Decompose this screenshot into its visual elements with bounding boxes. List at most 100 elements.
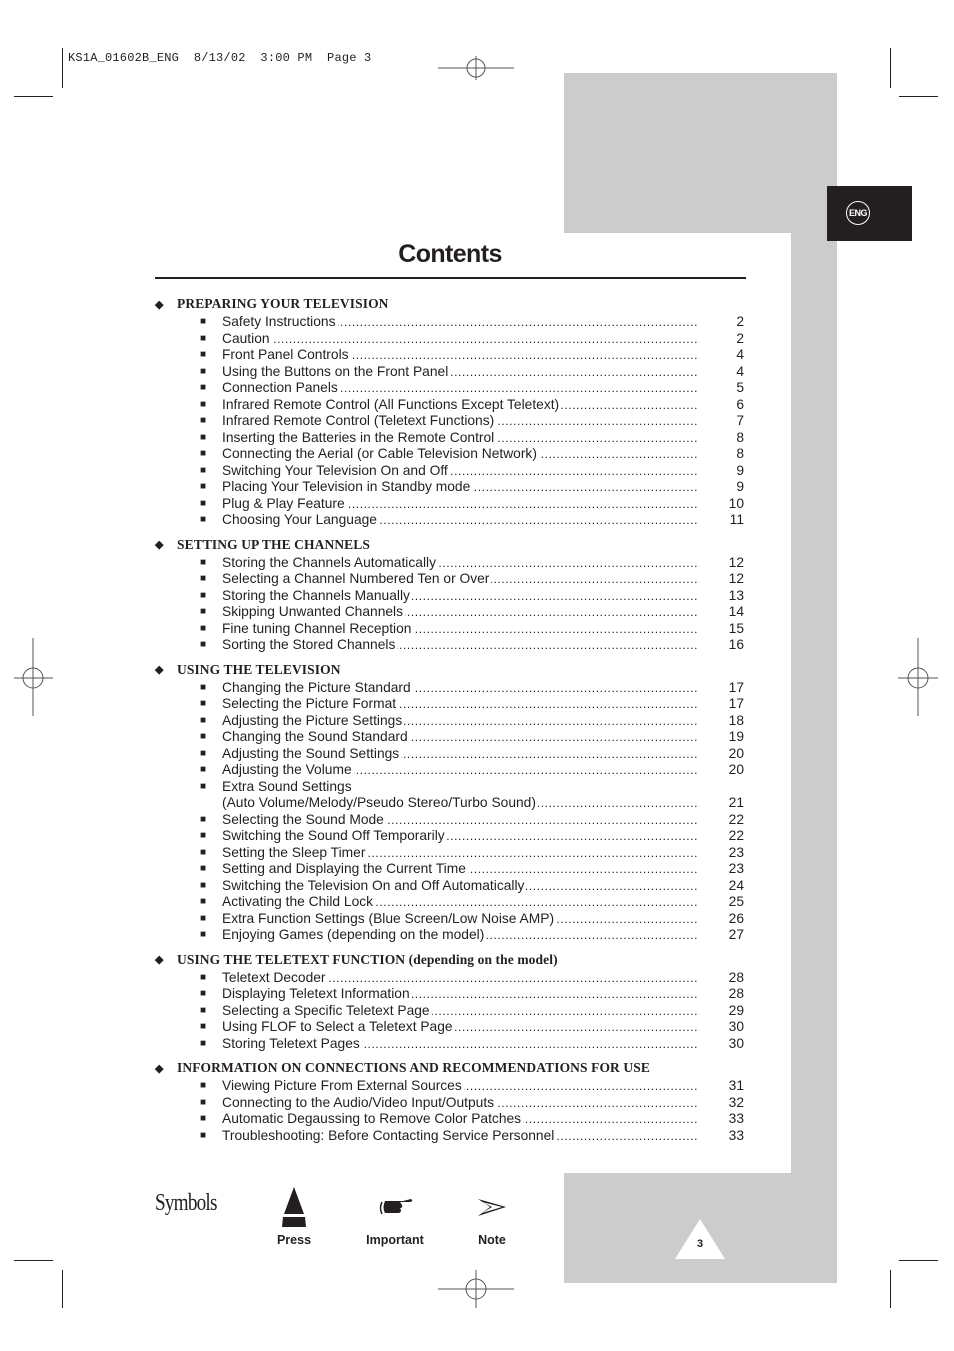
toc-entry[interactable]: ■ Activating the Child Lock 25 bbox=[155, 894, 755, 911]
toc-entry[interactable]: ■ Safety Instructions 2 bbox=[155, 314, 755, 331]
toc-entry-label: Storing the Channels Automatically bbox=[222, 554, 438, 570]
toc-entry[interactable]: ■ Infrared Remote Control (All Functions … bbox=[155, 396, 755, 414]
toc-entry-label: Connection Panels bbox=[222, 380, 340, 395]
toc-entry[interactable]: ■ Selecting a Channel Numbered Ten or Ove… bbox=[155, 571, 755, 588]
toc-entry[interactable]: ■ Adjusting the Sound Settings 20 bbox=[155, 745, 755, 763]
toc-entry-label: Changing the Sound Standard bbox=[222, 729, 410, 744]
symbol-note: Note bbox=[442, 1186, 542, 1247]
crop-mark bbox=[14, 96, 53, 97]
square-bullet-icon: ■ bbox=[200, 1096, 207, 1108]
toc-entry[interactable]: ■ Extra Sound Settings (Auto Volume/Melody… bbox=[155, 779, 755, 812]
toc-entry[interactable]: ■ Front Panel Controls 4 bbox=[155, 347, 755, 364]
toc-entry[interactable]: ■ Enjoying Games (depending on the model)… bbox=[155, 927, 755, 944]
toc-entry[interactable]: ■ Sorting the Stored Channels 16 bbox=[155, 637, 755, 654]
square-bullet-icon: ■ bbox=[200, 1080, 207, 1091]
square-bullet-icon: ■ bbox=[200, 912, 207, 924]
toc-entry[interactable]: ■ Adjusting the Picture Settings 18 bbox=[155, 712, 755, 730]
table-of-contents: ◆ PREPARING YOUR TELEVISION ■ Safety Instru… bbox=[155, 295, 755, 1151]
square-bullet-icon: ■ bbox=[200, 481, 207, 492]
crop-mark bbox=[899, 96, 938, 97]
square-bullet-icon: ■ bbox=[200, 681, 207, 693]
toc-entry-label: Switching the Television On and Off Auto… bbox=[222, 877, 527, 893]
toc-entry[interactable]: ■ Placing Your Television in Standby mode… bbox=[155, 479, 755, 496]
diamond-bullet-icon: ◆ bbox=[155, 298, 164, 311]
toc-entry-page: 26 bbox=[728, 910, 744, 926]
symbol-label: Press bbox=[276, 1233, 312, 1247]
toc-entry[interactable]: ■ Setting and Displaying the Current Time… bbox=[155, 861, 755, 878]
toc-entry-label: Plug & Play Feature bbox=[222, 495, 347, 511]
toc-entry[interactable]: ■ Inserting the Batteries in the Remote C… bbox=[155, 429, 755, 447]
toc-entry[interactable]: ■ Fine tuning Channel Reception 15 bbox=[155, 620, 755, 638]
square-bullet-icon: ■ bbox=[200, 830, 207, 841]
toc-entry[interactable]: ■ Teletext Decoder 28 bbox=[155, 969, 755, 987]
toc-entry[interactable]: ■ Switching Your Television On and Off 9 bbox=[155, 462, 755, 480]
toc-entry-leader: Adjusting the Volume bbox=[222, 762, 698, 779]
toc-entry-page: 20 bbox=[728, 745, 744, 761]
toc-entry-label: Automatic Degaussing to Remove Color Pat… bbox=[222, 1111, 524, 1126]
toc-entry[interactable]: ■ Skipping Unwanted Channels 14 bbox=[155, 604, 755, 621]
toc-entry-page: 9 bbox=[736, 479, 744, 494]
toc-entry[interactable]: ■ Connection Panels 5 bbox=[155, 380, 755, 397]
toc-entry-leader: Safety Instructions bbox=[222, 314, 698, 331]
toc-entry-page: 32 bbox=[728, 1094, 744, 1110]
toc-entry[interactable]: ■ Storing the Channels Automatically 12 bbox=[155, 554, 755, 572]
section-heading: ◆ USING THE TELEVISION bbox=[155, 661, 755, 679]
toc-entry[interactable]: ■ Switching the Television On and Off Aut… bbox=[155, 877, 755, 895]
toc-entry[interactable]: ■ Storing Teletext Pages 30 bbox=[155, 1035, 755, 1053]
toc-entry-leader: Using FLOF to Select a Teletext Page bbox=[222, 1019, 698, 1036]
toc-entry[interactable]: ■ Selecting a Specific Teletext Page 29 bbox=[155, 1002, 755, 1020]
toc-entry[interactable]: ■ Infrared Remote Control (Teletext Funct… bbox=[155, 413, 755, 430]
square-bullet-icon: ■ bbox=[200, 639, 207, 650]
toc-entry-page: 13 bbox=[728, 587, 744, 603]
square-bullet-icon: ■ bbox=[200, 573, 207, 584]
toc-entry-leader: Front Panel Controls bbox=[222, 347, 698, 364]
toc-entry-leader: Enjoying Games (depending on the model) bbox=[222, 927, 698, 944]
toc-entry[interactable]: ■ Connecting the Aerial (or Cable Televis… bbox=[155, 446, 755, 463]
toc-entry-leader: Extra Function Settings (Blue Screen/Low… bbox=[222, 910, 698, 928]
toc-entry[interactable]: ■ Using the Buttons on the Front Panel 4 bbox=[155, 363, 755, 381]
toc-entry[interactable]: ■ Setting the Sleep Timer 23 bbox=[155, 844, 755, 862]
toc-entry[interactable]: ■ Adjusting the Volume 20 bbox=[155, 762, 755, 779]
square-bullet-icon: ■ bbox=[200, 332, 207, 344]
toc-entry[interactable]: ■ Troubleshooting: Before Contacting Serv… bbox=[155, 1127, 755, 1145]
toc-entry[interactable]: ■ Using FLOF to Select a Teletext Page 30 bbox=[155, 1019, 755, 1036]
toc-entry-label: Safety Instructions bbox=[222, 314, 338, 329]
section-heading: ◆ PREPARING YOUR TELEVISION bbox=[155, 295, 755, 313]
toc-entry[interactable]: ■ Selecting the Sound Mode 22 bbox=[155, 811, 755, 829]
toc-entry-page: 19 bbox=[728, 729, 744, 744]
toc-entry[interactable]: ■ Changing the Picture Standard 17 bbox=[155, 679, 755, 697]
toc-entry-page: 15 bbox=[728, 620, 744, 636]
toc-entry-leader: Plug & Play Feature bbox=[222, 495, 698, 513]
page-number: 3 bbox=[696, 1238, 704, 1250]
toc-entry-page: 30 bbox=[728, 1019, 744, 1034]
toc-entry[interactable]: ■ Switching the Sound Off Temporarily 22 bbox=[155, 828, 755, 845]
crop-mark bbox=[890, 1270, 891, 1308]
toc-entry[interactable]: ■ Choosing Your Language 11 bbox=[155, 512, 755, 529]
toc-entry[interactable]: ■ Extra Function Settings (Blue Screen/Lo… bbox=[155, 910, 755, 928]
toc-entry[interactable]: ■ Viewing Picture From External Sources 31 bbox=[155, 1078, 755, 1095]
toc-entry[interactable]: ■ Storing the Channels Manually 13 bbox=[155, 587, 755, 605]
toc-entry-page: 12 bbox=[728, 554, 744, 570]
toc-entry[interactable]: ■ Selecting the Picture Format 17 bbox=[155, 696, 755, 713]
toc-entry-label: Sorting the Stored Channels bbox=[222, 637, 398, 652]
toc-entry-leader: Selecting a Specific Teletext Page bbox=[222, 1002, 698, 1020]
crop-mark bbox=[14, 1260, 53, 1261]
toc-entry-leader: Infrared Remote Control (All Functions E… bbox=[222, 396, 698, 414]
symbols-title: Symbols bbox=[155, 1190, 217, 1216]
toc-entry-leader: Teletext Decoder bbox=[222, 969, 698, 987]
toc-entry[interactable]: ■ Automatic Degaussing to Remove Color Pa… bbox=[155, 1111, 755, 1128]
toc-entry-leader: Selecting a Channel Numbered Ten or Over bbox=[222, 571, 698, 588]
toc-entry[interactable]: ■ Caution 2 bbox=[155, 330, 755, 348]
toc-entry[interactable]: ■ Changing the Sound Standard 19 bbox=[155, 729, 755, 746]
note-arrow-icon bbox=[478, 1199, 506, 1216]
toc-entry[interactable]: ■ Connecting to the Audio/Video Input/Out… bbox=[155, 1094, 755, 1112]
toc-entry-page: 10 bbox=[728, 495, 744, 511]
toc-entry-leader: Switching the Television On and Off Auto… bbox=[222, 877, 698, 895]
section-heading-text: INFORMATION ON CONNECTIONS AND RECOMMEND… bbox=[177, 1060, 650, 1075]
registration-mark bbox=[898, 638, 938, 716]
toc-entry[interactable]: ■ Displaying Teletext Information 28 bbox=[155, 986, 755, 1003]
section-items: ■ Safety Instructions 2 ■ Caution 2 ■ Front Pan… bbox=[155, 314, 755, 529]
toc-entry[interactable]: ■ Plug & Play Feature 10 bbox=[155, 495, 755, 513]
toc-entry-label: Placing Your Television in Standby mode bbox=[222, 479, 473, 494]
toc-entry-label: Storing the Channels Manually bbox=[222, 587, 412, 603]
